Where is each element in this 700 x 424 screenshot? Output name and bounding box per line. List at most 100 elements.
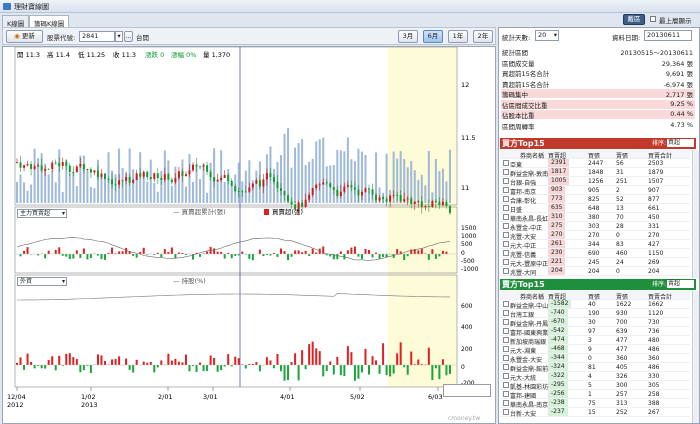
buy-table-scrollbar[interactable]	[692, 150, 699, 278]
row-checkbox[interactable]	[503, 328, 509, 334]
row-checkbox[interactable]	[503, 319, 509, 325]
candle-body	[93, 170, 96, 173]
table-row[interactable]: 華南永昌-南京 -238 75 313 388	[500, 399, 690, 409]
foreign-bar	[336, 356, 339, 365]
dropdown-arrow-icon[interactable]: ▾	[115, 31, 123, 42]
sell-sort-select[interactable]: 賣超	[667, 280, 694, 288]
main-force-bar	[68, 254, 71, 260]
stat-value: 9,691 張	[665, 70, 693, 78]
row-checkbox[interactable]	[503, 382, 509, 388]
row-checkbox[interactable]	[503, 355, 509, 361]
table-row[interactable]: 群益金鼎-中山 -1582 40 1622 1662	[500, 300, 690, 310]
table-row[interactable]: 群益金鼎-丹鳳 -670 30 700 730	[500, 318, 690, 328]
table-row[interactable]: 元大-大統 -322 4 326 330	[500, 372, 690, 382]
row-checkbox[interactable]	[503, 205, 509, 211]
table-row[interactable]: 台銀-自強 1005 1256 251 1507	[500, 177, 690, 187]
table-row[interactable]: 新加坡商瑞銀 -474 3 477 480	[500, 336, 690, 346]
price-axis-label: 11	[461, 184, 469, 192]
main-force-bar	[54, 249, 57, 254]
tab-chip-kline[interactable]: 籌碼K線圖	[29, 15, 70, 28]
row-checkbox[interactable]	[503, 268, 509, 274]
table-row[interactable]: 元大-中正 261 344 83 427	[500, 240, 690, 250]
row-checkbox[interactable]	[503, 301, 509, 307]
main-force-bar	[241, 251, 244, 254]
table-row[interactable]: 永豐金-大安 -344 0 360 360	[500, 354, 690, 364]
main-force-bar	[44, 254, 47, 259]
main-force-bar	[177, 252, 180, 254]
range-6m-button[interactable]: 6月	[423, 30, 443, 43]
foreign-bar	[276, 354, 279, 365]
dock-button[interactable]: 戴區	[623, 14, 645, 25]
row-checkbox[interactable]	[503, 310, 509, 316]
range-3m-button[interactable]: 3月	[398, 30, 418, 43]
foreign-bar	[353, 365, 356, 381]
range-1y-button[interactable]: 1年	[448, 30, 468, 43]
main-force-select[interactable]: 主力買賣超 ▾	[17, 209, 67, 218]
table-row[interactable]: 富邦-南京 903 905 2 907	[500, 186, 690, 196]
table-row[interactable]: 日盛 635 648 13 661	[500, 204, 690, 214]
row-checkbox[interactable]	[503, 346, 509, 352]
foreign-bar	[311, 341, 314, 365]
foreign-bar	[360, 365, 363, 373]
table-row[interactable]: 元大-豐原中正 221 245 24 269	[500, 258, 690, 268]
foreign-bar	[431, 365, 434, 381]
candle-body	[287, 195, 290, 202]
row-checkbox[interactable]	[503, 241, 509, 247]
table-row[interactable]: 兆豐-大安 270 270 0 270	[500, 231, 690, 241]
row-checkbox[interactable]	[503, 232, 509, 238]
table-row[interactable]: 台新-大安 -237 15 252 267	[500, 408, 690, 418]
row-checkbox[interactable]	[503, 178, 509, 184]
table-cell: 230	[548, 249, 566, 257]
table-row[interactable]: 富邦-國東興業 -542 97 639 736	[500, 327, 690, 337]
table-row[interactable]: 華南永昌-長虹 310 380 70 450	[500, 213, 690, 223]
table-row[interactable]: 台灣工銀 -740 190 930 1120	[500, 309, 690, 319]
foreign-select[interactable]: 外資 ▾	[17, 277, 67, 286]
table-cell: 360	[648, 355, 660, 362]
row-checkbox[interactable]	[503, 364, 509, 370]
table-cell: 300	[616, 382, 628, 389]
more-button[interactable]: …	[124, 31, 133, 42]
table-row[interactable]: 兆豐-信義 230 690 460 1150	[500, 249, 690, 259]
sell-table-scrollbar[interactable]	[692, 291, 699, 423]
table-cell: 477	[616, 346, 628, 353]
range-2y-button[interactable]: 2年	[473, 30, 493, 43]
table-row[interactable]: 永豐金-中正 275 303 28 331	[500, 222, 690, 232]
refresh-button[interactable]: ◉ 更新	[6, 30, 43, 43]
candle-body	[343, 186, 346, 192]
table-row[interactable]: 兆豐-大同 204 204 0 204	[500, 267, 690, 277]
chevron-down-icon: ▾	[553, 31, 557, 39]
row-checkbox[interactable]	[503, 373, 509, 379]
table-row[interactable]: 亞東 2391 2447 56 2503	[500, 159, 690, 169]
row-checkbox[interactable]	[503, 169, 509, 175]
days-select[interactable]: 20 ▾	[535, 30, 559, 41]
x-axis: 12/042012 1/022013 2/01 3/01 4/01 5/02 6/03	[7, 387, 443, 409]
chart-canvas[interactable]: 開 11.3 高 11.4 低 11.25 收 11.3 漲跌 0 漲幅 0% …	[3, 47, 495, 423]
foreign-bar	[82, 365, 85, 371]
row-checkbox[interactable]	[503, 160, 509, 166]
table-row[interactable]: 凱基-林園彩坊 -295 5 300 305	[500, 381, 690, 391]
row-checkbox[interactable]	[503, 214, 509, 220]
row-checkbox[interactable]	[503, 196, 509, 202]
row-checkbox[interactable]	[503, 409, 509, 415]
buy-sort-select[interactable]: 買超	[667, 139, 694, 147]
volume-bar	[47, 174, 50, 203]
row-checkbox[interactable]	[503, 223, 509, 229]
candle-body	[30, 164, 33, 169]
row-checkbox[interactable]	[503, 187, 509, 193]
topmost-checkbox[interactable]	[650, 16, 656, 22]
table-row[interactable]: 群益金鼎-敦南 1817 1848 31 1879	[500, 168, 690, 178]
table-row[interactable]: 群益金鼎-館前 -324 81 405 486	[500, 363, 690, 373]
row-checkbox[interactable]	[503, 400, 509, 406]
table-row[interactable]: 合庫-彰化 773 825 52 877	[500, 195, 690, 205]
stock-code-input[interactable]: 2841	[79, 31, 115, 42]
candle-body	[170, 179, 173, 183]
row-checkbox[interactable]	[503, 259, 509, 265]
row-checkbox[interactable]	[503, 337, 509, 343]
row-checkbox[interactable]	[503, 250, 509, 256]
tab-kline[interactable]: K線圖	[2, 15, 30, 28]
volume-bar	[417, 179, 420, 203]
table-row[interactable]: 元大-淵東 -468 9 477 486	[500, 345, 690, 355]
table-row[interactable]: 富邦-建國 -256 1 257 258	[500, 390, 690, 400]
row-checkbox[interactable]	[503, 391, 509, 397]
x-axis-label: 4/01	[280, 393, 295, 401]
